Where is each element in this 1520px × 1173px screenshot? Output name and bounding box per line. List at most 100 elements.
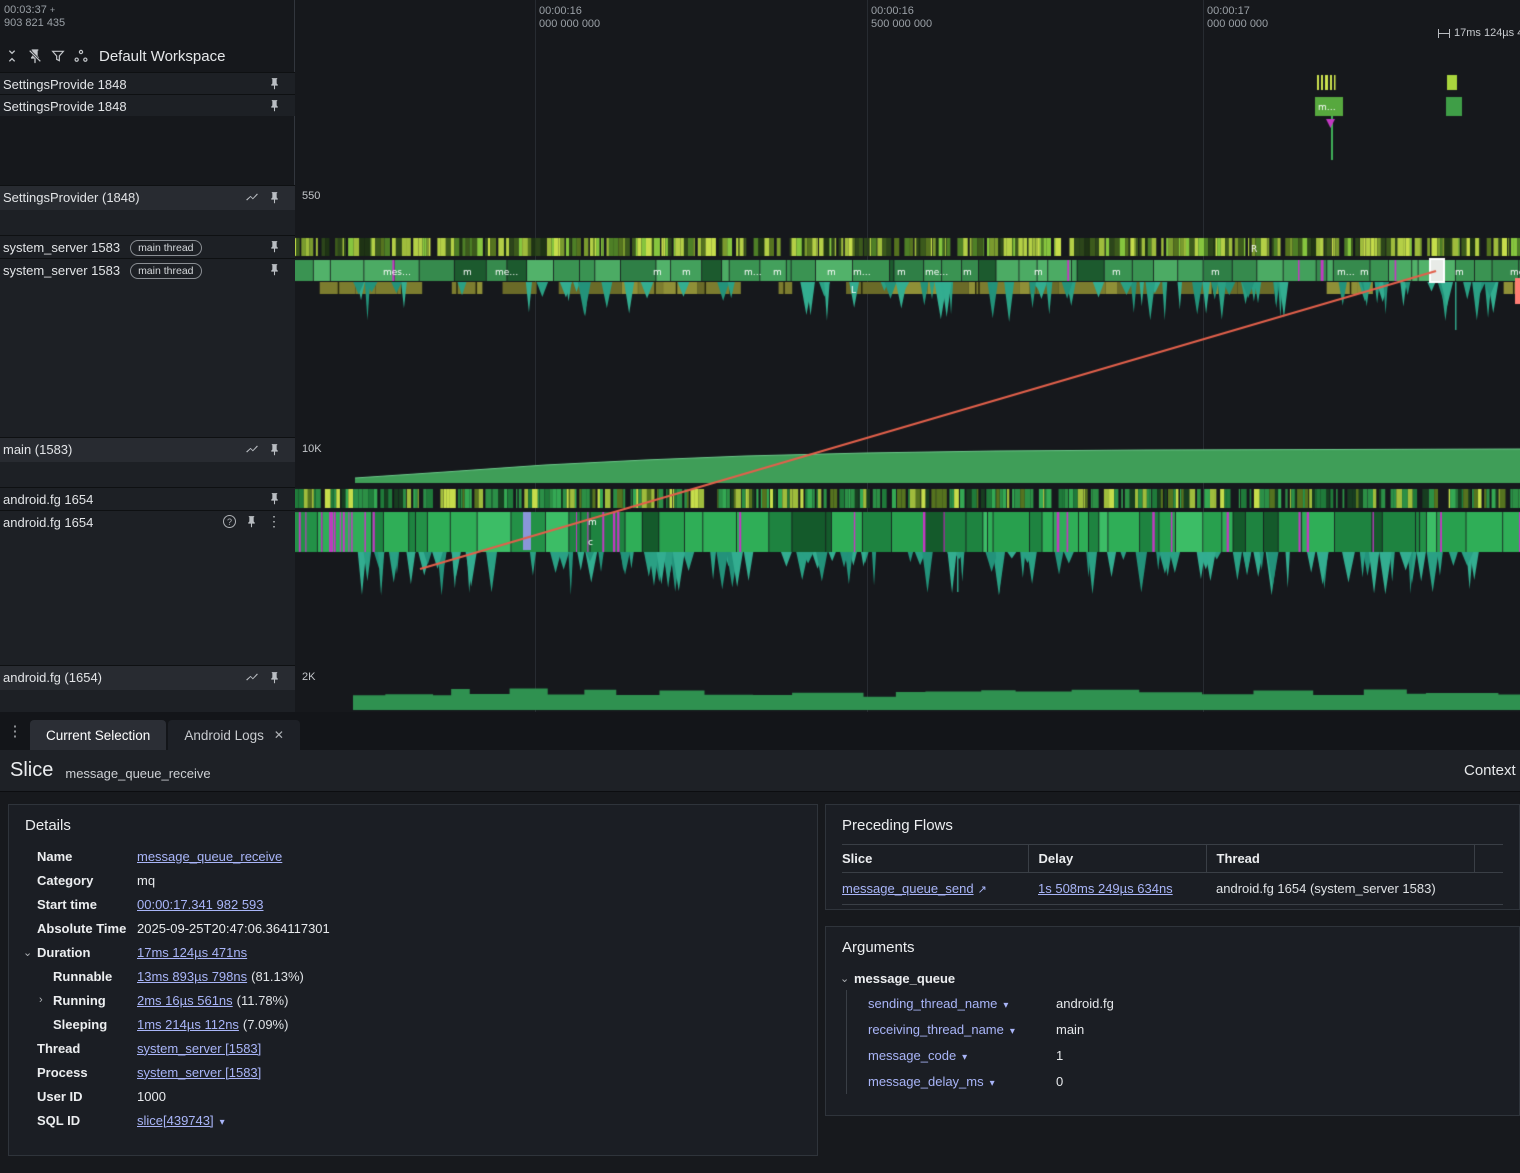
detail-label: Duration — [37, 944, 91, 960]
flow-delay-link[interactable]: 1s 508ms 249µs 634ns — [1038, 881, 1173, 896]
timeline-canvas[interactable] — [295, 72, 1520, 712]
tab-label: Current Selection — [46, 727, 151, 743]
close-icon[interactable]: ✕ — [274, 728, 284, 742]
flow-slice-link[interactable]: message_queue_send — [842, 881, 974, 896]
detail-value-link[interactable]: message_queue_receive — [137, 849, 282, 864]
track-name: SettingsProvider (1848) — [3, 190, 140, 205]
argument-group[interactable]: ⌄ message_queue — [826, 966, 1519, 990]
details-row-sleeping: Sleeping 1ms 214µs 112ns (7.09%) — [9, 1012, 817, 1036]
duration-bracket-icon — [1438, 28, 1450, 38]
flow-filler — [1474, 872, 1503, 905]
details-row-duration: ⌄ Duration 17ms 124µs 471ns — [9, 940, 817, 964]
selection-title: message_queue_receive — [65, 765, 211, 781]
track-name: android.fg (1654) — [3, 670, 103, 685]
pin-icon[interactable] — [268, 671, 281, 684]
pin-icon[interactable] — [268, 99, 281, 112]
detail-value-cell: slice[439743] ▾ — [137, 1113, 225, 1128]
argument-key-link[interactable]: receiving_thread_name — [868, 1022, 1004, 1037]
track-name: SettingsProvide 1848 — [3, 99, 127, 114]
track-shell-7[interactable]: android.fg 1654? ⋮ — [0, 510, 295, 665]
dropdown-caret-icon[interactable]: ▾ — [220, 1117, 225, 1128]
detail-value-link[interactable]: 00:00:17.341 982 593 — [137, 897, 264, 912]
detail-value-cell: 1000 — [137, 1089, 166, 1104]
pin-icon[interactable] — [268, 443, 281, 456]
dropdown-caret-icon[interactable]: ▾ — [1003, 1000, 1008, 1011]
detail-value: mq — [137, 872, 156, 888]
details-heading: Details — [25, 817, 71, 834]
details-card: Details Name message_queue_receive Categor… — [8, 804, 818, 1156]
detail-value-link[interactable]: 13ms 893µs 798ns — [137, 969, 247, 984]
thread-badge: main thread — [130, 263, 202, 279]
argument-value: android.fg — [1056, 995, 1114, 1011]
unpin-all-icon[interactable] — [27, 48, 43, 64]
ruler-tick: 00:00:16 500 000 000 — [871, 5, 933, 30]
detail-value-link[interactable]: slice[439743] — [137, 1113, 214, 1128]
context-button[interactable]: Context — [1464, 762, 1516, 779]
track-shell-1[interactable]: SettingsProvide 1848 — [0, 94, 295, 116]
detail-label: Process — [37, 1064, 88, 1080]
details-row-absolute-time: Absolute Time 2025-09-25T20:47:06.3641173… — [9, 916, 817, 940]
filter-icon[interactable] — [50, 48, 66, 64]
arguments-heading: Arguments — [842, 939, 915, 956]
external-link-icon: ↗ — [977, 884, 987, 896]
track-shell-2[interactable]: SettingsProvider (1848) — [0, 185, 295, 235]
detail-value-link[interactable]: 17ms 124µs 471ns — [137, 945, 247, 960]
selection-kind: Slice — [10, 759, 54, 781]
details-row-process: Process system_server [1583] — [9, 1060, 817, 1084]
track-shell-3[interactable]: system_server 1583 main thread — [0, 235, 295, 258]
detail-label: Start time — [37, 896, 97, 912]
track-shell-4[interactable]: system_server 1583 main thread — [0, 258, 295, 437]
time-ruler[interactable]: 00:03:37 + 903 821 435 00:00:16 000 000 00… — [0, 0, 1520, 44]
detail-value-cell: 00:00:17.341 982 593 — [137, 897, 264, 912]
workspace-icon[interactable] — [73, 48, 89, 64]
detail-label: User ID — [37, 1088, 83, 1104]
detail-label: Runnable — [53, 968, 113, 984]
track-name: android.fg 1654 — [3, 515, 94, 530]
dropdown-caret-icon[interactable]: ▾ — [962, 1052, 967, 1063]
detail-value-link[interactable]: 1ms 214µs 112ns — [137, 1017, 239, 1032]
ruler-tick: 00:00:16 000 000 000 — [539, 5, 601, 30]
pin-icon[interactable] — [268, 492, 281, 505]
show-chart-icon[interactable] — [245, 670, 259, 684]
dropdown-caret-icon[interactable]: ▾ — [990, 1078, 995, 1089]
pin-icon[interactable] — [268, 77, 281, 90]
track-shell-6[interactable]: android.fg 1654 — [0, 487, 295, 510]
chevron-down-icon[interactable]: ⌄ — [840, 972, 854, 985]
detail-value-link[interactable]: 2ms 16µs 561ns — [137, 993, 233, 1008]
detail-value-cell: 17ms 124µs 471ns — [137, 945, 247, 960]
pin-icon[interactable] — [268, 240, 281, 253]
tab-menu-icon[interactable]: ⋮ — [0, 722, 30, 740]
pin-icon[interactable] — [245, 515, 258, 528]
show-chart-icon[interactable] — [245, 190, 259, 204]
detail-value-cell: message_queue_receive — [137, 849, 282, 864]
detail-label: Thread — [37, 1040, 81, 1056]
track-menu-icon[interactable]: ⋮ — [267, 514, 281, 528]
detail-percent: (7.09%) — [242, 1016, 289, 1032]
counter-scale-label: 550 — [302, 190, 321, 202]
chevron-down-icon[interactable]: ⌄ — [23, 946, 37, 959]
collapse-tracks-icon[interactable] — [4, 48, 20, 64]
help-icon[interactable]: ? — [223, 515, 236, 528]
detail-value-link[interactable]: system_server [1583] — [137, 1041, 261, 1056]
selection-duration-text: 17ms 124µs 471ns — [1454, 27, 1520, 39]
counter-scale-label: 2K — [302, 671, 316, 683]
pin-icon[interactable] — [268, 191, 281, 204]
dropdown-caret-icon[interactable]: ▾ — [1010, 1026, 1015, 1037]
ruler-offset-plus: + — [49, 5, 56, 15]
argument-key-link[interactable]: message_delay_ms — [868, 1074, 984, 1089]
track-shell-0[interactable]: SettingsProvide 1848 — [0, 72, 295, 94]
argument-key-link[interactable]: message_code — [868, 1048, 956, 1063]
pin-icon[interactable] — [268, 263, 281, 276]
chevron-right-icon[interactable]: › — [39, 994, 53, 1006]
details-row-sql-id: SQL ID slice[439743] ▾ — [9, 1108, 817, 1132]
argument-key-link[interactable]: sending_thread_name — [868, 996, 997, 1011]
workspace-name[interactable]: Default Workspace — [99, 48, 225, 65]
tab-android-logs[interactable]: Android Logs ✕ — [168, 720, 300, 750]
track-shell-5[interactable]: main (1583) — [0, 437, 295, 487]
perfetto-app: 00:03:37 + 903 821 435 00:00:16 000 000 00… — [0, 0, 1520, 1173]
tab-current-selection[interactable]: Current Selection — [30, 720, 167, 750]
track-shell-8[interactable]: android.fg (1654) — [0, 665, 295, 712]
detail-value-link[interactable]: system_server [1583] — [137, 1065, 261, 1080]
detail-value: 2025-09-25T20:47:06.364117301 — [137, 920, 330, 936]
show-chart-icon[interactable] — [245, 442, 259, 456]
